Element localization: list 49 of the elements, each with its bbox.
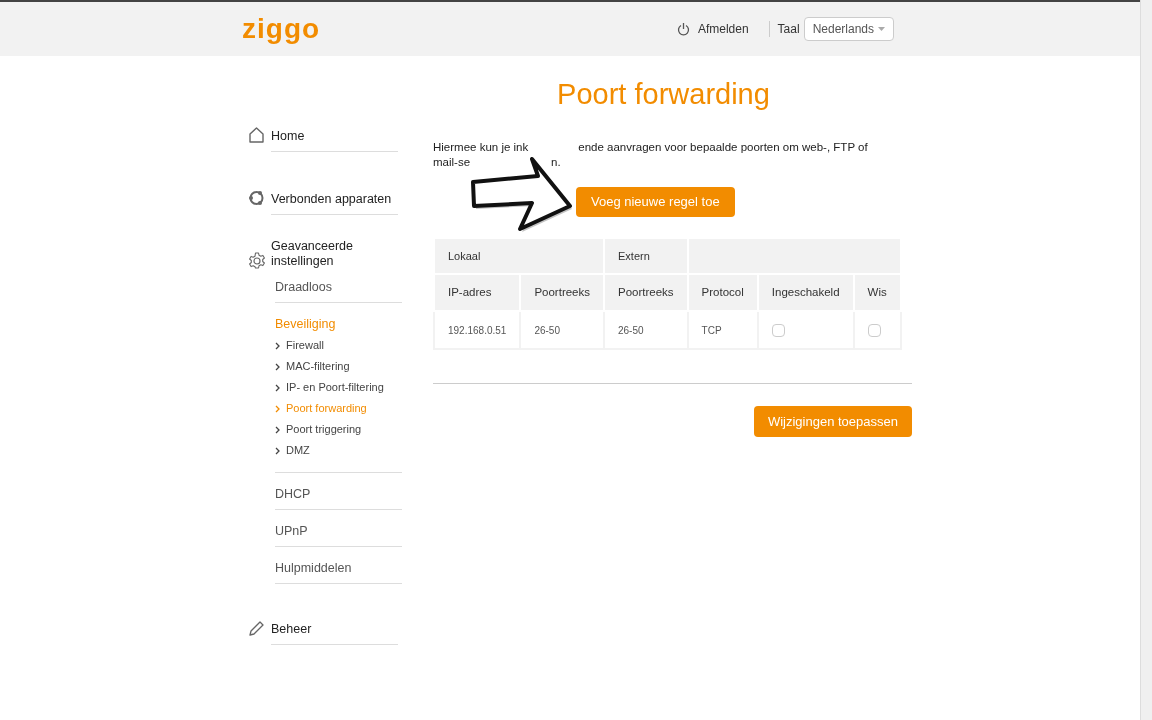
group-header: Extern bbox=[604, 238, 688, 274]
column-header: IP-adres bbox=[434, 274, 521, 311]
gear-icon bbox=[248, 252, 266, 270]
group-header: Lokaal bbox=[434, 238, 604, 274]
table-cell: TCP bbox=[687, 311, 758, 349]
checkbox[interactable] bbox=[771, 323, 785, 337]
column-header: Protocol bbox=[687, 274, 758, 311]
description-text: ende aanvragen voor bepaalde poorten om web-, FTP of bbox=[578, 140, 868, 155]
chevron-icon bbox=[275, 341, 280, 350]
description-text: n. bbox=[551, 155, 561, 170]
table-cell: 26-50 bbox=[520, 311, 604, 349]
sidebar-subitem[interactable]: UPnP bbox=[275, 522, 402, 540]
column-header: Poortreeks bbox=[604, 274, 688, 311]
sidebar-item[interactable]: Geavanceerde instellingen bbox=[271, 239, 381, 269]
home-icon bbox=[248, 127, 265, 143]
checkbox[interactable] bbox=[867, 323, 881, 337]
devices-icon bbox=[248, 190, 265, 206]
sidebar-link[interactable]: IP- en Poort-filtering bbox=[275, 377, 402, 398]
language-label: Taal bbox=[777, 21, 800, 38]
description-text: Hiermee kun je ink bbox=[433, 140, 529, 155]
caret-icon bbox=[878, 27, 885, 31]
chevron-icon bbox=[275, 425, 280, 434]
table-cell: 26-50 bbox=[604, 311, 688, 349]
chevron-icon bbox=[275, 404, 280, 413]
sidebar-item[interactable]: Verbonden apparaten bbox=[271, 189, 398, 215]
sidebar-subitem[interactable]: DHCP bbox=[275, 485, 402, 503]
pencil-icon bbox=[248, 620, 265, 637]
scrollbar[interactable] bbox=[1140, 0, 1152, 720]
sidebar-link[interactable]: Firewall bbox=[275, 335, 402, 356]
language-select[interactable]: Nederlands bbox=[803, 17, 894, 41]
sidebar-subitem[interactable]: Hulpmiddelen bbox=[275, 559, 402, 577]
sidebar-link[interactable]: MAC-filtering bbox=[275, 356, 402, 377]
sidebar-link[interactable]: DMZ bbox=[275, 440, 402, 461]
logout-link[interactable]: Afmelden bbox=[697, 20, 749, 38]
column-header: Poortreeks bbox=[520, 274, 604, 311]
chevron-icon bbox=[275, 446, 280, 455]
sidebar-subitem[interactable]: Draadloos bbox=[275, 278, 402, 296]
page-title: Poort forwarding bbox=[556, 77, 771, 112]
chevron-icon bbox=[275, 362, 280, 371]
sidebar-item[interactable]: Beheer bbox=[271, 619, 398, 645]
chevron-icon bbox=[275, 383, 280, 392]
sidebar-link[interactable]: Poort triggering bbox=[275, 419, 402, 440]
column-header: Ingeschakeld bbox=[757, 274, 854, 311]
power-icon bbox=[676, 22, 690, 36]
description-text: mail-se bbox=[433, 155, 471, 170]
table-cell: 192.168.0.51 bbox=[434, 311, 521, 349]
logo: ziggo bbox=[242, 15, 321, 43]
column-header: Wis bbox=[853, 274, 901, 311]
sidebar-item[interactable]: Home bbox=[271, 126, 398, 152]
